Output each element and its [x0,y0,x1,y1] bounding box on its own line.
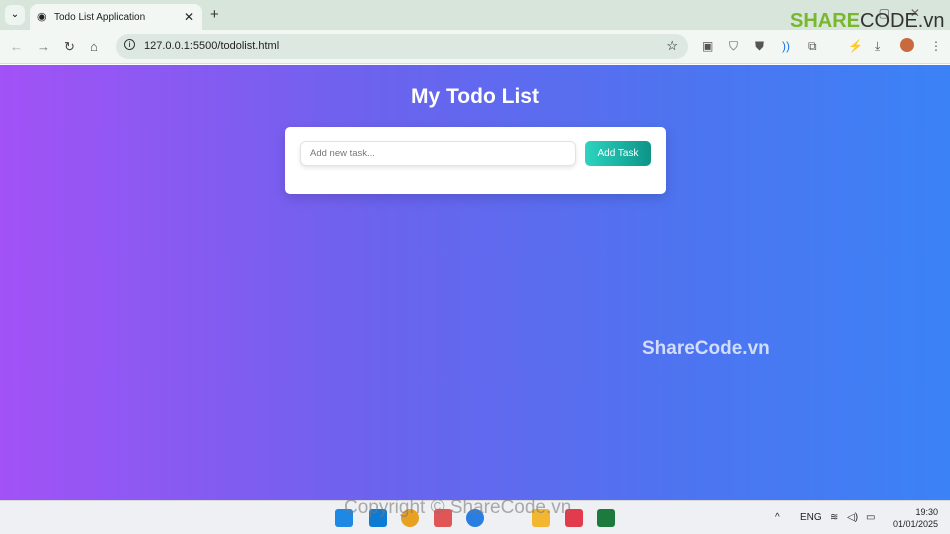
bookmark-star-icon[interactable]: ☆ [666,38,678,54]
reload-icon[interactable]: ↻ [64,39,75,55]
avatar[interactable] [900,38,914,52]
wifi-icon[interactable]: ≋ [830,512,838,523]
taskbar: Copyright © ShareCode.vn ^ ENG ≋ ◁) ▭ 19… [0,497,950,534]
forward-icon[interactable]: → [37,39,50,54]
close-tab-icon[interactable]: ✕ [184,10,194,24]
excel-icon[interactable] [597,509,615,527]
tray-chevron-icon[interactable]: ^ [775,512,780,523]
add-task-button[interactable]: Add Task [585,141,651,166]
copyright-watermark: Copyright © ShareCode.vn [344,497,572,518]
home-icon[interactable]: ⌂ [90,39,98,54]
tab-active[interactable]: ◉ Todo List Application ✕ [30,4,202,31]
language-indicator[interactable]: ENG [800,512,822,523]
extension-icon[interactable]: ⛊ [755,39,764,54]
performance-icon[interactable]: ⚡ [848,39,863,53]
site-info-icon[interactable]: i [124,39,135,50]
date: 01/01/2025 [892,519,938,529]
read-aloud-icon[interactable]: )) [782,39,790,53]
watermark: ShareCode.vn [642,338,770,359]
browser-toolbar: ← → ↻ ⌂ i 127.0.0.1:5500/todolist.html ☆… [0,30,950,64]
download-icon[interactable]: ⤓ [875,39,880,54]
tab-search-button[interactable]: ⌄ [5,5,25,25]
volume-icon[interactable]: ◁) [847,512,858,523]
url-text[interactable]: 127.0.0.1:5500/todolist.html [144,40,279,52]
globe-icon: ◉ [37,11,47,23]
new-tab-button[interactable]: + [210,6,219,23]
new-task-input[interactable] [300,141,576,166]
page-content: My Todo List Add Task ShareCode.vn [0,65,950,500]
back-icon[interactable]: ← [10,39,23,54]
time: 19:30 [915,507,938,517]
extension-icon[interactable]: ▣ [702,39,713,53]
todo-card: Add Task [285,127,666,194]
page-title: My Todo List [411,85,539,108]
puzzle-icon[interactable]: ⧉ [808,39,817,54]
battery-icon[interactable]: ▭ [866,512,875,523]
menu-icon[interactable]: ⋮ [930,39,942,53]
clock[interactable]: 19:30 01/01/2025 [893,506,938,530]
address-bar[interactable]: i 127.0.0.1:5500/todolist.html ☆ [116,34,688,59]
shield-icon[interactable]: ⛉ [729,39,738,54]
tab-title: Todo List Application [54,12,146,23]
